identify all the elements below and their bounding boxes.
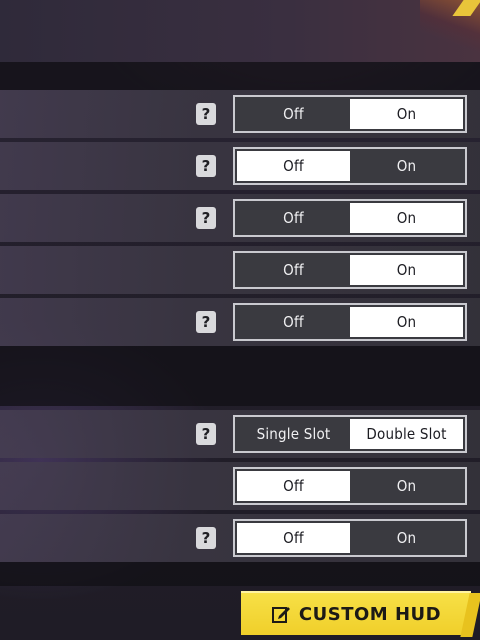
toggle-option-on[interactable]: On: [350, 203, 463, 233]
toggle-switch: Off On: [233, 467, 467, 505]
help-icon[interactable]: ?: [196, 311, 216, 333]
toggle-option-off[interactable]: Off: [237, 255, 350, 285]
help-icon[interactable]: ?: [196, 527, 216, 549]
setting-row: Off On: [0, 246, 480, 294]
toggle-switch: Off On: [233, 251, 467, 289]
toggle-option-off[interactable]: Off: [237, 99, 350, 129]
help-icon[interactable]: ?: [196, 207, 216, 229]
setting-row: ? Off On: [0, 298, 480, 346]
corner-accent-decoration: [420, 0, 480, 55]
toggle-option-on[interactable]: On: [350, 255, 463, 285]
custom-hud-label: CUSTOM HUD: [298, 603, 442, 625]
edit-icon: [271, 607, 290, 623]
toggle-switch: Off On: [233, 199, 467, 237]
toggle-option-on[interactable]: On: [350, 307, 463, 337]
section-separator: [0, 346, 480, 406]
help-icon[interactable]: ?: [196, 155, 216, 177]
toggle-option-on[interactable]: On: [350, 523, 463, 553]
help-icon[interactable]: ?: [196, 103, 216, 125]
toggle-option-on[interactable]: On: [350, 151, 463, 181]
setting-row: ? Off On: [0, 194, 480, 242]
setting-row: ? Single Slot Double Slot: [0, 410, 480, 458]
setting-row: Off On: [0, 462, 480, 510]
setting-row: ? Off On: [0, 90, 480, 138]
section-separator: [0, 562, 480, 586]
setting-row: ? Off On: [0, 142, 480, 190]
toggle-option-off[interactable]: Off: [237, 307, 350, 337]
header-band: [0, 0, 480, 62]
toggle-option-off[interactable]: Off: [237, 471, 350, 501]
toggle-option-off[interactable]: Off: [237, 151, 350, 181]
custom-hud-button[interactable]: CUSTOM HUD: [241, 591, 471, 635]
toggle-switch: Off On: [233, 95, 467, 133]
toggle-switch: Off On: [233, 519, 467, 557]
toggle-option-on[interactable]: On: [350, 471, 463, 501]
setting-row: ? Off On: [0, 514, 480, 562]
toggle-option-single-slot[interactable]: Single Slot: [237, 419, 350, 449]
toggle-option-double-slot[interactable]: Double Slot: [350, 419, 463, 449]
help-icon[interactable]: ?: [196, 423, 216, 445]
toggle-option-on[interactable]: On: [350, 99, 463, 129]
toggle-option-off[interactable]: Off: [237, 523, 350, 553]
toggle-switch: Off On: [233, 147, 467, 185]
section-separator: [0, 62, 480, 90]
toggle-option-off[interactable]: Off: [237, 203, 350, 233]
toggle-switch: Off On: [233, 303, 467, 341]
toggle-switch: Single Slot Double Slot: [233, 415, 467, 453]
